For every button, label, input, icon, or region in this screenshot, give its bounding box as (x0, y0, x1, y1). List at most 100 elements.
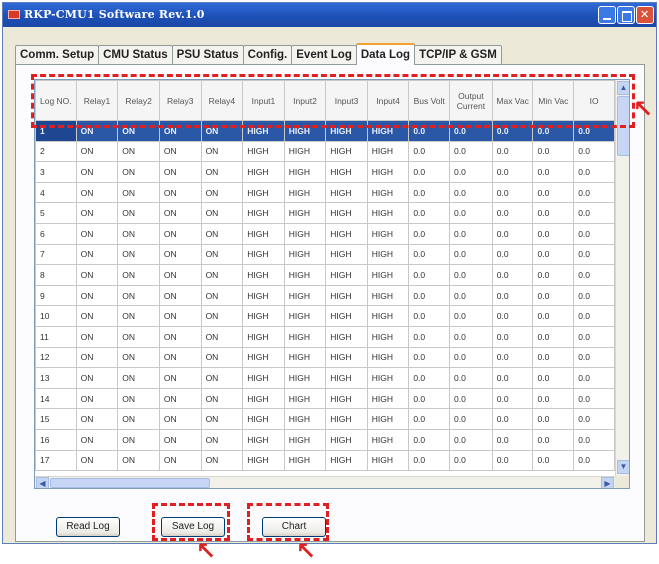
log-number-cell[interactable]: 4 (35, 181, 77, 204)
table-cell[interactable]: 0.0 (573, 346, 615, 369)
table-cell[interactable]: ON (75, 387, 119, 410)
table-cell[interactable]: ON (200, 367, 244, 389)
table-cell[interactable]: 0.0 (532, 449, 575, 472)
column-header[interactable]: Input1 (242, 80, 285, 121)
tab-config[interactable]: Config. (242, 45, 293, 65)
table-cell[interactable]: ON (75, 367, 119, 389)
table-cell[interactable]: HIGH (366, 222, 410, 245)
table-cell[interactable]: ON (200, 264, 244, 286)
table-cell[interactable]: ON (158, 325, 202, 348)
table-cell[interactable]: ON (75, 120, 119, 142)
table-row[interactable]: 14 ON ON ON ON HIGH HIGH HIGH HIGH 0.0 0.0 0.0 0.0 0.… (35, 387, 615, 410)
scroll-right-icon[interactable]: ▶ (601, 477, 614, 488)
table-row[interactable]: 12 ON ON ON ON HIGH HIGH HIGH HIGH 0.0 0.0 0.0 0.0 0.… (35, 346, 615, 369)
table-cell[interactable]: 0.0 (532, 161, 575, 183)
table-cell[interactable]: 0.0 (573, 408, 615, 430)
table-cell[interactable]: ON (158, 305, 202, 327)
table-cell[interactable]: 0.0 (408, 161, 451, 183)
table-cell[interactable]: 0.0 (449, 284, 493, 307)
table-cell[interactable]: HIGH (366, 449, 410, 472)
table-cell[interactable]: ON (158, 222, 202, 245)
table-cell[interactable]: 0.0 (532, 140, 575, 163)
column-header[interactable]: Relay4 (200, 80, 244, 121)
table-cell[interactable]: HIGH (366, 243, 410, 266)
table-cell[interactable]: ON (117, 367, 160, 389)
table-cell[interactable]: ON (117, 243, 160, 266)
table-cell[interactable]: HIGH (325, 367, 368, 389)
scroll-left-icon[interactable]: ◀ (36, 477, 49, 488)
column-header[interactable]: Max Vac (491, 80, 534, 121)
log-number-cell[interactable]: 3 (35, 161, 77, 183)
table-cell[interactable]: 0.0 (449, 408, 493, 430)
table-cell[interactable]: HIGH (242, 408, 285, 430)
table-cell[interactable]: ON (117, 222, 160, 245)
table-cell[interactable]: 0.0 (408, 202, 451, 224)
table-cell[interactable]: ON (117, 140, 160, 163)
table-cell[interactable]: ON (75, 346, 119, 369)
table-row[interactable]: 1 ON ON ON ON HIGH HIGH HIGH HIGH 0.0 0.0 0.0 0.0 0.0 (35, 120, 615, 142)
table-cell[interactable]: ON (200, 202, 244, 224)
table-cell[interactable]: ON (158, 181, 202, 204)
table-cell[interactable]: ON (158, 120, 202, 142)
table-cell[interactable]: HIGH (242, 181, 285, 204)
table-cell[interactable]: 0.0 (573, 325, 615, 348)
table-cell[interactable]: 0.0 (532, 387, 575, 410)
table-cell[interactable]: 0.0 (449, 181, 493, 204)
table-cell[interactable]: ON (117, 202, 160, 224)
table-cell[interactable]: 0.0 (573, 140, 615, 163)
table-cell[interactable]: 0.0 (491, 305, 534, 327)
table-cell[interactable]: ON (75, 222, 119, 245)
table-cell[interactable]: HIGH (366, 181, 410, 204)
table-row[interactable]: 2 ON ON ON ON HIGH HIGH HIGH HIGH 0.0 0.0 0.0 0.0 0.0 (35, 140, 615, 163)
table-cell[interactable]: HIGH (325, 222, 368, 245)
table-cell[interactable]: ON (117, 408, 160, 430)
column-header[interactable]: Relay1 (75, 80, 119, 121)
table-cell[interactable]: 0.0 (573, 387, 615, 410)
table-cell[interactable]: 0.0 (449, 305, 493, 327)
table-cell[interactable]: 0.0 (408, 428, 451, 451)
table-cell[interactable]: ON (200, 346, 244, 369)
table-cell[interactable]: HIGH (325, 161, 368, 183)
log-number-cell[interactable]: 6 (35, 222, 77, 245)
table-cell[interactable]: 0.0 (408, 408, 451, 430)
table-cell[interactable]: 0.0 (532, 367, 575, 389)
table-cell[interactable]: ON (75, 325, 119, 348)
table-cell[interactable]: 0.0 (491, 325, 534, 348)
table-cell[interactable]: HIGH (242, 387, 285, 410)
log-number-cell[interactable]: 14 (35, 387, 77, 410)
column-header[interactable]: Min Vac (532, 80, 575, 121)
table-cell[interactable]: HIGH (283, 161, 327, 183)
log-number-cell[interactable]: 15 (35, 408, 77, 430)
table-cell[interactable]: HIGH (325, 387, 368, 410)
table-cell[interactable]: HIGH (325, 243, 368, 266)
table-cell[interactable]: ON (158, 243, 202, 266)
table-cell[interactable]: HIGH (325, 120, 368, 142)
table-cell[interactable]: HIGH (242, 367, 285, 389)
table-cell[interactable]: ON (117, 264, 160, 286)
table-cell[interactable]: 0.0 (491, 284, 534, 307)
column-header[interactable]: Input3 (325, 80, 368, 121)
title-bar[interactable]: RKP-CMU1 Software Rev.1.0 (3, 3, 656, 27)
column-header[interactable]: Bus Volt (408, 80, 451, 121)
table-cell[interactable]: HIGH (366, 367, 410, 389)
log-number-cell[interactable]: 11 (35, 325, 77, 348)
table-cell[interactable]: ON (75, 449, 119, 472)
table-cell[interactable]: 0.0 (573, 284, 615, 307)
horizontal-scrollbar[interactable]: ◀ ▶ (35, 476, 615, 488)
table-cell[interactable]: HIGH (283, 140, 327, 163)
table-cell[interactable]: 0.0 (491, 449, 534, 472)
table-cell[interactable]: 0.0 (532, 346, 575, 369)
table-cell[interactable]: HIGH (366, 387, 410, 410)
table-row[interactable]: 7 ON ON ON ON HIGH HIGH HIGH HIGH 0.0 0.0 0.0 0.0 0.0 (35, 243, 615, 266)
table-cell[interactable]: 0.0 (532, 181, 575, 204)
table-cell[interactable]: ON (158, 284, 202, 307)
table-cell[interactable]: 0.0 (532, 264, 575, 286)
table-row[interactable]: 13 ON ON ON ON HIGH HIGH HIGH HIGH 0.0 0.0 0.0 0.0 0.… (35, 367, 615, 389)
table-cell[interactable]: ON (75, 284, 119, 307)
table-cell[interactable]: HIGH (325, 202, 368, 224)
log-number-cell[interactable]: 13 (35, 367, 77, 389)
table-cell[interactable]: ON (117, 181, 160, 204)
table-cell[interactable]: 0.0 (408, 346, 451, 369)
table-cell[interactable]: ON (158, 367, 202, 389)
table-cell[interactable]: ON (200, 120, 244, 142)
